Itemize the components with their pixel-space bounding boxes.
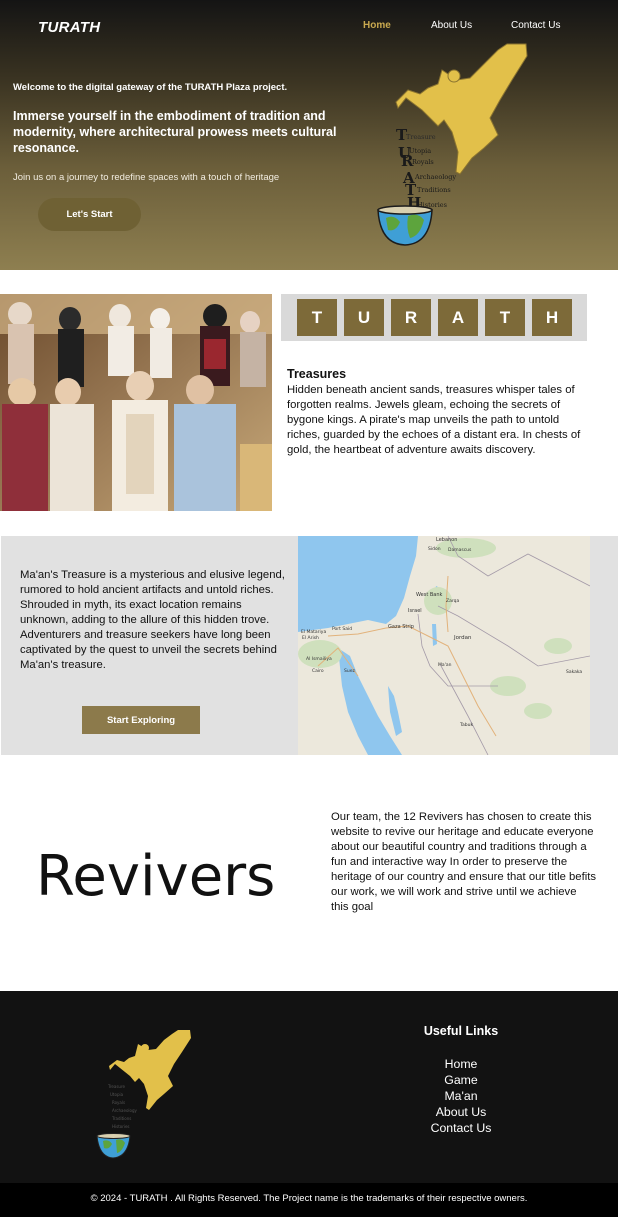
- map-label-tabuk: Tabuk: [459, 722, 473, 728]
- footer-links: Home Game Ma'an About Us Contact Us: [400, 1056, 522, 1136]
- nav-contact-link[interactable]: Contact Us: [511, 20, 560, 31]
- nav-home-link[interactable]: Home: [363, 20, 391, 31]
- letter-tile-u: U: [344, 299, 384, 336]
- map-label-ismailiya: Al Ismailiya: [306, 656, 332, 662]
- maan-text: Ma'an's Treasure is a mysterious and elu…: [20, 569, 285, 671]
- turath-letters-banner: T U R A T H: [281, 294, 587, 341]
- map-label-elmatariya: El Matariya: [301, 629, 326, 635]
- letter-tile-t2: T: [485, 299, 525, 336]
- map-label-zarqa: Zarqa: [446, 598, 459, 604]
- hero-subtext: Join us on a journey to redefine spaces …: [13, 172, 280, 183]
- map-label-cairo: Cairo: [312, 668, 324, 674]
- brand-logo-text[interactable]: TURATH: [38, 19, 100, 36]
- logo-word-treasure: Treasure: [406, 133, 436, 141]
- revivers-logo: Revivers: [36, 844, 275, 907]
- start-exploring-button[interactable]: Start Exploring: [82, 706, 200, 734]
- turath-coffee-pot-logo: T Treasure U Utopia R Royals A Archaeolo…: [377, 43, 528, 246]
- copyright-text: © 2024 - TURATH . All Rights Reserved. T…: [90, 1193, 528, 1204]
- svg-text:Treasure: Treasure: [107, 1084, 126, 1089]
- lets-start-button[interactable]: Let's Start: [38, 198, 141, 231]
- svg-text:Traditions: Traditions: [111, 1116, 131, 1121]
- map-label-westbank: West Bank: [416, 592, 443, 598]
- logo-word-royals: Royals: [412, 158, 434, 166]
- region-map[interactable]: Lebanon Sidon Damascus West Bank Israel …: [298, 536, 590, 755]
- footer-link-about[interactable]: About Us: [400, 1104, 522, 1120]
- hero-welcome-text: Welcome to the digital gateway of the TU…: [13, 82, 288, 93]
- map-label-elarish: El Arish: [302, 635, 319, 641]
- hero-headline: Immerse yourself in the embodiment of tr…: [13, 109, 337, 155]
- map-label-gaza: Gaza Strip: [388, 624, 414, 630]
- treasures-title: Treasures: [287, 367, 347, 381]
- svg-text:Royals: Royals: [112, 1100, 125, 1105]
- treasures-text: Hidden beneath ancient sands, treasures …: [287, 384, 581, 456]
- map-label-sakaka: Sakaka: [566, 669, 582, 675]
- map-label-jordan: Jordan: [453, 635, 472, 641]
- letter-tile-h: H: [532, 299, 572, 336]
- map-label-suez: Suez: [344, 668, 355, 674]
- letter-tile-t: T: [297, 299, 337, 336]
- royal-family-photo: [0, 294, 272, 511]
- footer-link-contact[interactable]: Contact Us: [400, 1120, 522, 1136]
- svg-text:Histories: Histories: [112, 1124, 130, 1129]
- map-label-israel: Israel: [408, 608, 422, 614]
- logo-word-traditions: Traditions: [417, 186, 451, 194]
- svg-text:Utopia: Utopia: [110, 1092, 124, 1097]
- logo-word-archaeology: Archaeology: [414, 173, 456, 181]
- nav-about-link[interactable]: About Us: [431, 20, 472, 31]
- footer: [0, 991, 618, 1183]
- revivers-text: Our team, the 12 Revivers has chosen to …: [331, 811, 597, 913]
- svg-text:Revivers: Revivers: [36, 844, 275, 907]
- useful-links-title: Useful Links: [423, 1024, 499, 1038]
- footer-link-home[interactable]: Home: [400, 1056, 522, 1072]
- svg-text:Archaeology: Archaeology: [112, 1108, 137, 1113]
- map-label-sidon: Sidon: [428, 546, 441, 552]
- footer-link-maan[interactable]: Ma'an: [400, 1088, 522, 1104]
- map-label-portsaid: Port Said: [332, 626, 352, 632]
- letter-tile-r: R: [391, 299, 431, 336]
- footer-link-game[interactable]: Game: [400, 1072, 522, 1088]
- map-label-damascus: Damascus: [448, 547, 472, 553]
- map-label-maan: Ma'an: [438, 662, 452, 668]
- letter-tile-a: A: [438, 299, 478, 336]
- footer-turath-logo: Treasure Utopia Royals Archaeology Tradi…: [96, 1030, 191, 1159]
- map-label-lebanon: Lebanon: [436, 537, 457, 543]
